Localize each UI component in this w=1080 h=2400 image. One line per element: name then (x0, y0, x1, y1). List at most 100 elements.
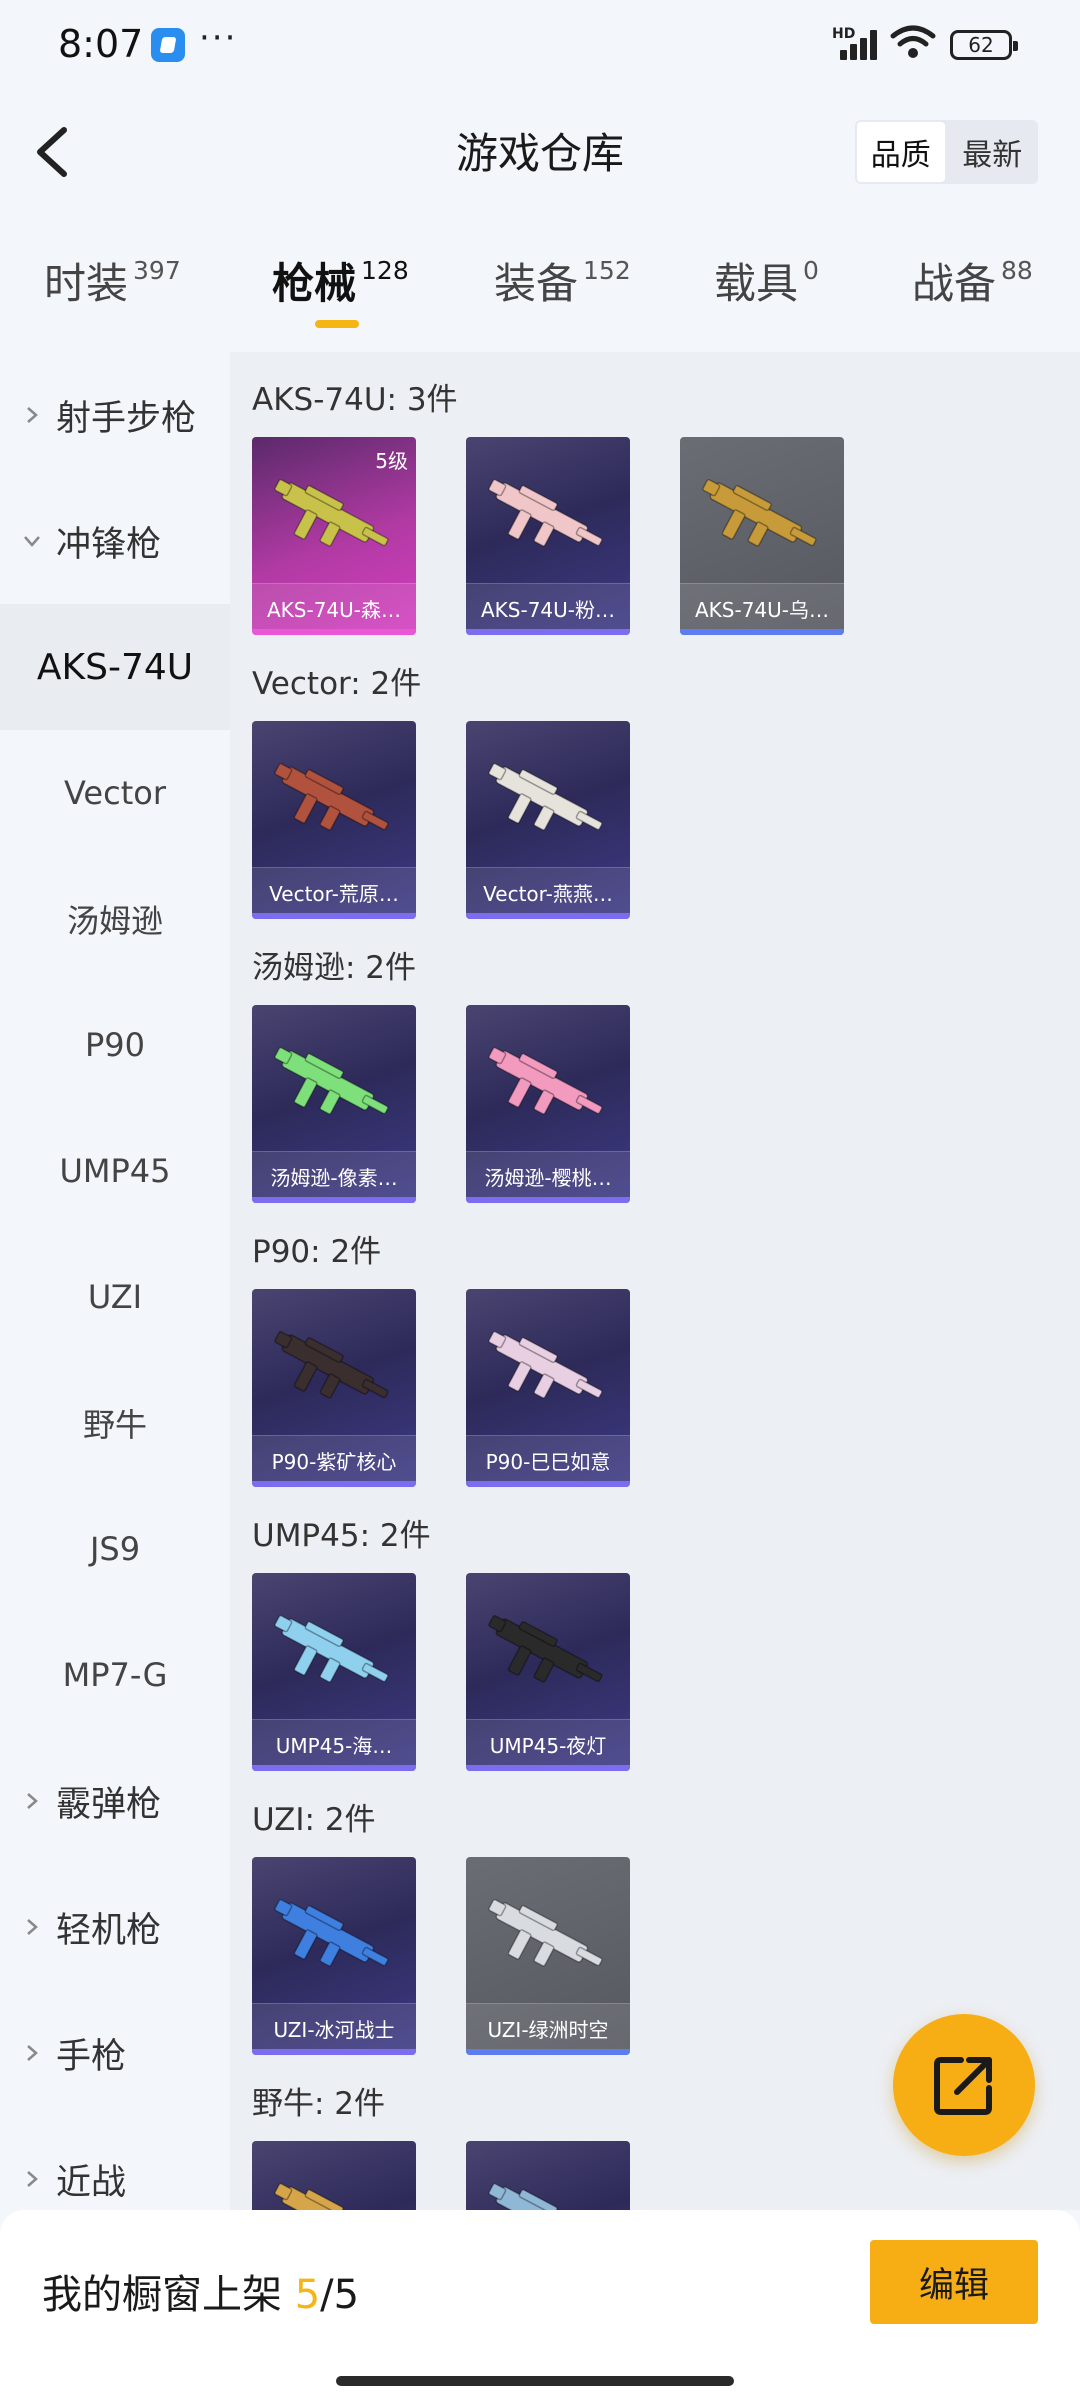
chevron-right-icon (27, 407, 38, 423)
weapon-image (274, 1047, 389, 1115)
weapon-skin-card[interactable] (252, 2141, 416, 2210)
weapon-image (274, 1899, 389, 1967)
weapon-skin-card[interactable]: Vector-燕燕… (466, 721, 630, 919)
more-notifications-icon: ··· (199, 18, 238, 58)
showcase-status: 我的橱窗上架 5/5 (42, 2262, 359, 2320)
weapon-skin-name: P90-巳巳如意 (485, 1450, 611, 1474)
weapon-skin-name: UMP45-海… (275, 1734, 393, 1758)
active-tab-indicator (315, 320, 359, 328)
weapon-skin-name: 汤姆逊-像素… (270, 1166, 398, 1190)
share-fab-button[interactable] (893, 2014, 1035, 2156)
tab-count: 152 (583, 256, 631, 285)
tab-label: 装备 (494, 259, 579, 308)
bottom-bar: 我的橱窗上架 5/5 编辑 (0, 2210, 1080, 2400)
weapon-skin-card[interactable]: P90-巳巳如意 (466, 1289, 630, 1487)
weapon-skin-card[interactable] (466, 2141, 630, 2210)
weapon-skin-card[interactable]: UMP45-海… (252, 1573, 416, 1771)
tab-guns[interactable]: 枪械 128 (272, 250, 409, 311)
tab-label: 载具 (714, 259, 799, 308)
status-time: 8:07 (58, 22, 144, 66)
weapon-skin-name: P90-紫矿核心 (271, 1450, 397, 1474)
category-tabs: 时装 397 枪械 128 装备 152 载具 0 战备 88 (0, 250, 1080, 340)
weapon-image (488, 763, 603, 831)
weapon-skin-card[interactable]: AKS-74U-乌… (680, 437, 844, 635)
share-external-icon (934, 2057, 992, 2115)
chevron-down-icon (24, 536, 40, 547)
weapon-image (274, 2183, 375, 2210)
section-title: 汤姆逊: 2件 (252, 950, 417, 986)
weapon-skin-name: UZI-冰河战士 (273, 2018, 395, 2042)
sort-newest-button[interactable]: 最新 (947, 120, 1039, 184)
sidebar-group-label: 轻机枪 (56, 1910, 162, 1951)
weapon-skin-card[interactable]: AKS-74U-粉… (466, 437, 630, 635)
sidebar-item-vector[interactable]: Vector (0, 730, 230, 856)
status-bar: 8:07 ··· HD 62 (0, 0, 1080, 90)
sort-quality-button[interactable]: 品质 (855, 120, 947, 184)
sidebar-group-pistol[interactable]: 手枪 (0, 1990, 230, 2116)
sidebar-group-smg[interactable]: 冲锋枪 (0, 478, 230, 604)
weapon-skin-name: UZI-绿洲时空 (487, 2018, 609, 2042)
showcase-total-count: /5 (320, 2272, 360, 2318)
showcase-current-count: 5 (294, 2272, 321, 2318)
tab-label: 战备 (912, 259, 997, 308)
chevron-right-icon (27, 1919, 38, 1935)
sidebar-group-marksman[interactable]: 射手步枪 (0, 352, 230, 478)
weapon-skin-card[interactable]: 汤姆逊-樱桃… (466, 1005, 630, 1203)
sidebar-group-lmg[interactable]: 轻机枪 (0, 1864, 230, 1990)
sidebar-group-shotgun[interactable]: 霰弹枪 (0, 1738, 230, 1864)
app-notification-icon (151, 28, 185, 62)
tab-count: 88 (1001, 256, 1033, 285)
tab-equipment[interactable]: 装备 152 (494, 250, 631, 311)
weapon-skin-card[interactable]: 5级 AKS-74U-森… (252, 437, 416, 635)
weapon-skin-card[interactable]: UZI-冰河战士 (252, 1857, 416, 2055)
weapon-skin-name: Vector-燕燕… (483, 882, 613, 906)
sidebar-item-bizon[interactable]: 野牛 (0, 1360, 230, 1486)
weapon-skin-name: Vector-荒原… (269, 882, 399, 906)
tab-label: 时装 (44, 259, 129, 308)
level-badge: 5级 (375, 449, 408, 473)
weapon-image (274, 763, 389, 831)
tab-vehicles[interactable]: 载具 0 (714, 250, 819, 311)
section-title: UZI: 2件 (252, 1802, 376, 1838)
sidebar-item-ump45[interactable]: UMP45 (0, 1108, 230, 1234)
weapon-skin-name: AKS-74U-森… (266, 598, 401, 622)
weapon-skin-name: UMP45-夜灯 (489, 1734, 607, 1758)
sidebar-group-label: 冲锋枪 (56, 524, 162, 565)
weapon-image (274, 1615, 389, 1683)
section-title: UMP45: 2件 (252, 1518, 431, 1554)
sidebar-item-thompson[interactable]: 汤姆逊 (0, 856, 230, 982)
tab-fashion[interactable]: 时装 397 (44, 250, 181, 311)
sidebar-item-uzi[interactable]: UZI (0, 1234, 230, 1360)
section-title: P90: 2件 (252, 1234, 382, 1270)
sidebar-item-mp7g[interactable]: MP7-G (0, 1612, 230, 1738)
weapon-skin-card[interactable]: 汤姆逊-像素… (252, 1005, 416, 1203)
sidebar-item-p90[interactable]: P90 (0, 982, 230, 1108)
weapon-image (274, 1331, 389, 1399)
sidebar-group-label: 手枪 (56, 2036, 127, 2077)
weapon-type-sidebar: 射手步枪 冲锋枪 AKS-74U Vector 汤姆逊 P90 UMP45 UZ… (0, 352, 230, 2210)
tab-supplies[interactable]: 战备 88 (912, 250, 1033, 311)
weapon-skin-card[interactable]: Vector-荒原… (252, 721, 416, 919)
chevron-right-icon (27, 1793, 38, 1809)
sidebar-group-label: 近战 (56, 2162, 127, 2203)
section-title: 野牛: 2件 (252, 2086, 386, 2122)
chevron-right-icon (27, 2045, 38, 2061)
weapon-skin-name: 汤姆逊-樱桃… (484, 1166, 612, 1190)
tab-count: 128 (361, 256, 409, 285)
home-indicator[interactable] (336, 2376, 734, 2386)
sidebar-item-js9[interactable]: JS9 (0, 1486, 230, 1612)
sort-toggle: 品质 最新 (855, 120, 1038, 184)
weapon-skin-name: AKS-74U-粉… (480, 598, 615, 622)
weapon-image (488, 1047, 603, 1115)
weapon-image (488, 1899, 603, 1967)
edit-button[interactable]: 编辑 (870, 2240, 1038, 2324)
weapon-image (274, 479, 389, 547)
weapon-image (488, 1615, 603, 1683)
weapon-skin-card[interactable]: P90-紫矿核心 (252, 1289, 416, 1487)
weapon-image (702, 479, 817, 547)
weapon-skin-card[interactable]: UZI-绿洲时空 (466, 1857, 630, 2055)
sidebar-item-aks74u[interactable]: AKS-74U (0, 604, 230, 730)
tab-count: 397 (133, 256, 181, 285)
weapon-skin-card[interactable]: UMP45-夜灯 (466, 1573, 630, 1771)
chevron-right-icon (27, 2171, 38, 2187)
